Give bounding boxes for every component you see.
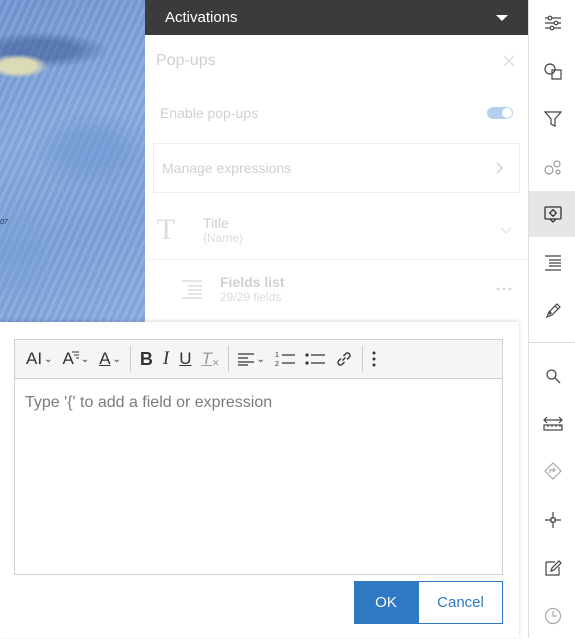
underline-button[interactable]: U (176, 344, 194, 374)
more-vertical-icon (372, 351, 376, 367)
toolbar-separator (361, 346, 363, 372)
filter-icon[interactable] (529, 96, 575, 142)
measure-icon[interactable] (529, 400, 575, 446)
font-size-button[interactable]: AI ⌄ (23, 344, 55, 374)
activations-bar[interactable]: Activations (145, 0, 528, 35)
link-button[interactable] (332, 344, 356, 374)
cancel-button[interactable]: Cancel (418, 581, 503, 624)
chevron-right-icon (495, 162, 503, 174)
clear-x-icon: ✕ (211, 357, 220, 368)
bold-button[interactable]: B (137, 344, 156, 374)
fields-list-name: Fields list (220, 274, 285, 290)
font-color-label: A (99, 349, 111, 368)
link-icon (337, 352, 351, 366)
clustering-icon[interactable] (529, 144, 575, 190)
align-left-icon (238, 353, 255, 366)
right-toolbar (528, 0, 575, 638)
fields-list-count: 29/29 fields (220, 290, 282, 304)
svg-text:1: 1 (275, 352, 279, 359)
edit-icon[interactable] (529, 545, 575, 591)
location-icon[interactable] (529, 497, 575, 543)
italic-label: I (162, 348, 170, 369)
activations-label: Activations (165, 9, 238, 26)
map-view[interactable]: 07 (0, 0, 145, 322)
ok-button[interactable]: OK (354, 581, 418, 624)
clear-format-button[interactable]: T ✕ (199, 344, 223, 374)
font-color-button[interactable]: A ⌄ (96, 344, 124, 374)
more-options-icon[interactable] (496, 287, 512, 291)
heading-button[interactable]: A ⌄ (59, 344, 92, 374)
align-button[interactable]: ⌄ (235, 344, 267, 374)
chevron-down-icon[interactable] (500, 226, 512, 234)
title-element-name: Title (203, 215, 229, 231)
chevron-down-icon: ⌄ (44, 353, 53, 365)
directions-icon[interactable] (529, 448, 575, 494)
chevron-down-icon: ⌄ (112, 353, 121, 365)
popups-title: Pop-ups (156, 52, 216, 69)
title-element-value: {Name} (203, 231, 244, 245)
popups-header: Pop-ups (145, 35, 528, 87)
text-editor-dialog: AI ⌄ A ⌄ A ⌄ B I U T ✕ ⌄ 1 2 Type '{' to… (0, 322, 519, 638)
numbered-list-icon: 12 (275, 352, 295, 367)
toolbar-separator (228, 346, 230, 372)
sketch-icon[interactable] (529, 288, 575, 334)
font-size-label: AI (26, 349, 43, 368)
chevron-down-icon: ⌄ (80, 353, 90, 365)
heading-lines-icon (71, 351, 79, 359)
chevron-down-icon: ⌄ (256, 353, 265, 365)
enable-popups-toggle[interactable] (487, 107, 513, 119)
italic-button[interactable]: I (160, 344, 172, 374)
bullet-list-button[interactable] (302, 344, 328, 374)
enable-popups-row: Enable pop-ups (145, 87, 528, 139)
rich-text-editor: AI ⌄ A ⌄ A ⌄ B I U T ✕ ⌄ 1 2 Type '{' to… (14, 339, 503, 575)
search-icon[interactable] (529, 353, 575, 399)
svg-text:2: 2 (275, 361, 279, 367)
manage-expressions-label: Manage expressions (162, 160, 292, 176)
manage-expressions-button[interactable]: Manage expressions (153, 143, 520, 193)
text-icon: T (157, 213, 176, 246)
close-icon[interactable] (502, 54, 516, 68)
properties-icon[interactable] (529, 0, 575, 46)
popups-icon[interactable] (529, 191, 575, 237)
clear-format-label: T (201, 349, 212, 368)
underline-label: U (179, 349, 192, 368)
toolbar-divider (529, 342, 575, 343)
enable-popups-label: Enable pop-ups (160, 105, 259, 121)
config-panel: Activations Pop-ups Enable pop-ups Manag… (145, 0, 528, 322)
numbered-list-button[interactable]: 12 (272, 344, 298, 374)
time-icon[interactable] (529, 593, 575, 639)
popups-section: Pop-ups Enable pop-ups Manage expression… (145, 35, 528, 318)
fields-list-element[interactable]: Fields list 29/29 fields (145, 260, 528, 318)
caret-down-icon[interactable] (496, 14, 508, 21)
map-label: 07 (0, 219, 8, 226)
bullet-list-icon (305, 353, 325, 365)
bold-label: B (139, 348, 153, 369)
more-tools-button[interactable] (369, 344, 379, 374)
toolbar-separator (129, 346, 131, 372)
editor-toolbar: AI ⌄ A ⌄ A ⌄ B I U T ✕ ⌄ 1 2 (15, 340, 502, 379)
editor-content[interactable]: Type '{' to add a field or expression (15, 379, 502, 427)
labels-icon[interactable] (529, 240, 575, 286)
styles-icon[interactable] (529, 48, 575, 94)
title-element[interactable]: T Title {Name} (145, 201, 528, 260)
fields-list-icon (180, 278, 204, 300)
